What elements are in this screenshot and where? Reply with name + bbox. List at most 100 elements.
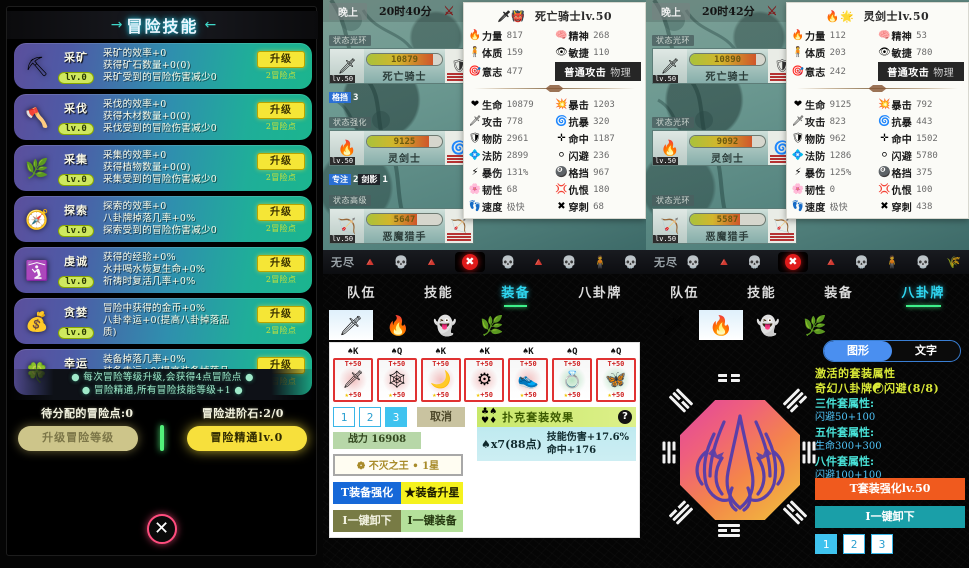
equipment-card[interactable]: ♠Q 🕸 T+50 ★+50 xyxy=(376,347,417,402)
equipment-card[interactable]: ♠K ⚙ T+50 ★+50 xyxy=(464,347,505,402)
tab-1[interactable]: 技能 xyxy=(747,282,776,301)
node-icon[interactable]: 🌾 xyxy=(946,255,961,269)
page-button[interactable]: 1 xyxy=(333,407,355,427)
node-icon[interactable]: 🧍 xyxy=(885,255,900,269)
view-mode-toggle[interactable]: 图形 文字 xyxy=(823,340,961,362)
current-node[interactable]: ✖ xyxy=(454,252,485,272)
close-x-icon[interactable]: ✖ xyxy=(784,254,801,270)
character-slot[interactable]: 🗡 xyxy=(652,310,696,340)
bagua-octagon[interactable] xyxy=(680,400,800,520)
bagua-wheel[interactable] xyxy=(658,374,818,554)
character-slot[interactable]: 🌿 xyxy=(793,310,837,340)
tab-2[interactable]: 装备 xyxy=(501,282,530,307)
close-button[interactable]: ✕ xyxy=(146,514,177,544)
unit-card[interactable]: 状态光环 🗡 lv.50 10879 死亡骑士 🛡 格挡 3 xyxy=(329,28,474,104)
help-icon[interactable]: ? xyxy=(618,410,632,424)
equipment-card[interactable]: ♠K 🗡 T+50 ★+50 xyxy=(333,347,373,402)
node-icon[interactable]: 🧍 xyxy=(592,255,607,269)
skill-upgrade-button[interactable]: 升级 xyxy=(257,102,305,119)
skill-row[interactable]: 🛐 虔诚 lv.0 获得的经验+0% 水井喝水恢复生命+0% 祈祷时复活几率+0% 升级 2冒… xyxy=(14,247,312,293)
card-box[interactable]: 🦋 T+50 ★+50 xyxy=(595,358,636,402)
unit-hp-card[interactable]: 🔥 lv.50 9092 灵剑士 🌀 xyxy=(652,130,797,166)
skill-desc-line: 采集的效率+0 xyxy=(103,150,167,161)
page-button[interactable]: 3 xyxy=(871,534,893,554)
tab-1[interactable]: 技能 xyxy=(424,282,453,301)
character-slot[interactable]: 🔥 xyxy=(376,310,420,340)
current-node[interactable]: ✖ xyxy=(777,252,808,272)
node-icon[interactable]: 🔺 xyxy=(424,255,439,269)
equip-all-button[interactable]: I一键装备 xyxy=(401,510,463,532)
node-icon[interactable]: 💀 xyxy=(394,255,409,269)
equipment-card[interactable]: ♠Q 💍 T+50 ★+50 xyxy=(552,347,593,402)
tab-0[interactable]: 队伍 xyxy=(670,282,699,301)
enhance-equipment-button[interactable]: T装备强化 xyxy=(333,482,401,504)
equipment-card[interactable]: ♠Q 🦋 T+50 ★+50 xyxy=(595,347,636,402)
node-icon[interactable]: 💀 xyxy=(623,255,638,269)
skill-row[interactable]: 🧭 探索 lv.0 探索的效率+0 八卦牌掉落几率+0% 探索受到的冒险伤害减少0 升级 2冒… xyxy=(14,196,312,242)
toggle-graphic[interactable]: 图形 xyxy=(824,341,892,361)
toggle-text[interactable]: 文字 xyxy=(892,341,960,361)
skill-upgrade-button[interactable]: 升级 xyxy=(257,306,305,323)
node-icon[interactable]: 🔺 xyxy=(531,255,546,269)
skill-row[interactable]: 💰 贪婪 lv.0 冒险中获得的金币+0% 八卦幸运+0(提高八卦掉落品 质) 升级 2冒险点 xyxy=(14,298,312,344)
unit-hp-card[interactable]: 🏹 lv.50 5587 恶魔猎手 🏹 xyxy=(652,208,797,244)
title-chip[interactable]: ❁ 不灭之王 • 1星 xyxy=(333,454,463,476)
card-box[interactable]: 🌙 T+50 ★+50 xyxy=(420,358,461,402)
unit-card[interactable]: 状态高级🏹lv.505647恶魔猎手🏹穿透2 xyxy=(329,188,474,250)
unequip-all-button[interactable]: I一键卸下 xyxy=(815,506,965,528)
character-slot[interactable]: 👻 xyxy=(423,310,467,340)
node-icon[interactable]: 💀 xyxy=(501,255,516,269)
unit-hp-card[interactable]: 🔥 lv.50 9125 灵剑士 🌀 xyxy=(329,130,474,166)
node-icon[interactable]: 💀 xyxy=(854,255,869,269)
unit-card[interactable]: 状态强化 🔥 lv.50 9125 灵剑士 🌀 专注 2 剑影 1 xyxy=(329,110,474,186)
skill-row[interactable]: ⛏ 采矿 lv.0 采矿的效率+0 获得矿石数量+0(0) 采矿受到的冒险伤害减少0 升级 2… xyxy=(14,43,312,89)
card-box[interactable]: ⚙ T+50 ★+50 xyxy=(464,358,505,402)
skill-row[interactable]: 🪓 采伐 lv.0 采伐的效率+0 获得木材数量+0(0) 采伐受到的冒险伤害减少0 升级 2… xyxy=(14,94,312,140)
star-up-equipment-button[interactable]: ★装备升星 xyxy=(401,482,463,504)
tab-3[interactable]: 八卦牌 xyxy=(578,282,622,301)
character-slot[interactable]: 🔥 xyxy=(699,310,743,340)
upgrade-adventure-level-button[interactable]: 升级冒险等级 xyxy=(18,425,139,451)
page-button[interactable]: 2 xyxy=(359,407,381,427)
adventure-mastery-button[interactable]: 冒险精通lv.0 xyxy=(186,425,307,451)
card-box[interactable]: 👟 T+50 ★+50 xyxy=(508,358,549,402)
node-icon[interactable]: 🔺 xyxy=(824,255,839,269)
unit-card[interactable]: 状态光环 🗡 lv.50 10890 死亡骑士 🛡 xyxy=(652,28,797,85)
tab-0[interactable]: 队伍 xyxy=(347,282,376,301)
skill-upgrade-button[interactable]: 升级 xyxy=(257,204,305,221)
tab-2[interactable]: 装备 xyxy=(824,282,853,301)
skill-upgrade-button[interactable]: 升级 xyxy=(257,153,305,170)
node-icon[interactable]: 💀 xyxy=(686,255,701,269)
node-icon[interactable]: 🔺 xyxy=(363,255,378,269)
node-icon[interactable]: 💀 xyxy=(915,255,930,269)
page-button[interactable]: 3 xyxy=(385,407,407,427)
card-enhance-label: T+50 xyxy=(344,360,362,368)
skill-upgrade-button[interactable]: 升级 xyxy=(257,255,305,272)
equipment-card[interactable]: ♠K 👟 T+50 ★+50 xyxy=(508,347,549,402)
node-icon[interactable]: 💀 xyxy=(562,255,577,269)
page-button[interactable]: 1 xyxy=(815,534,837,554)
cancel-button[interactable]: 取消 xyxy=(417,407,465,427)
unit-card[interactable]: 状态光环 🏹 lv.50 5587 恶魔猎手 🏹 xyxy=(652,188,797,245)
card-box[interactable]: 🕸 T+50 ★+50 xyxy=(376,358,417,402)
unit-hp-card[interactable]: 🏹 lv.50 5647 恶魔猎手 🏹 xyxy=(329,208,474,244)
page-button[interactable]: 2 xyxy=(843,534,865,554)
unit-card[interactable]: 状态光环 🔥 lv.50 9092 灵剑士 🌀 xyxy=(652,110,797,167)
equipment-card[interactable]: ♠K 🌙 T+50 ★+50 xyxy=(420,347,461,402)
set-enhance-button[interactable]: T套装强化lv.50 xyxy=(815,478,965,500)
hp-value: 5647 xyxy=(393,215,416,225)
close-x-icon[interactable]: ✖ xyxy=(461,254,478,270)
unit-hp-card[interactable]: 🗡 lv.50 10890 死亡骑士 🛡 xyxy=(652,48,797,84)
character-slot[interactable]: 🌿 xyxy=(470,310,514,340)
card-box[interactable]: 💍 T+50 ★+50 xyxy=(552,358,593,402)
node-icon[interactable]: 🔺 xyxy=(717,255,732,269)
character-slot[interactable]: 👻 xyxy=(746,310,790,340)
character-slot[interactable]: 🗡 xyxy=(329,310,373,340)
tab-3[interactable]: 八卦牌 xyxy=(901,282,945,307)
node-icon[interactable]: 💀 xyxy=(747,255,762,269)
skill-row[interactable]: 🌿 采集 lv.0 采集的效率+0 获得植物数量+0(0) 采集受到的冒险伤害减少0 升级 2… xyxy=(14,145,312,191)
unequip-all-button[interactable]: I一键卸下 xyxy=(333,510,401,532)
unit-hp-card[interactable]: 🗡 lv.50 10879 死亡骑士 🛡 xyxy=(329,48,474,84)
skill-upgrade-button[interactable]: 升级 xyxy=(257,51,305,68)
card-box[interactable]: 🗡 T+50 ★+50 xyxy=(333,358,373,402)
